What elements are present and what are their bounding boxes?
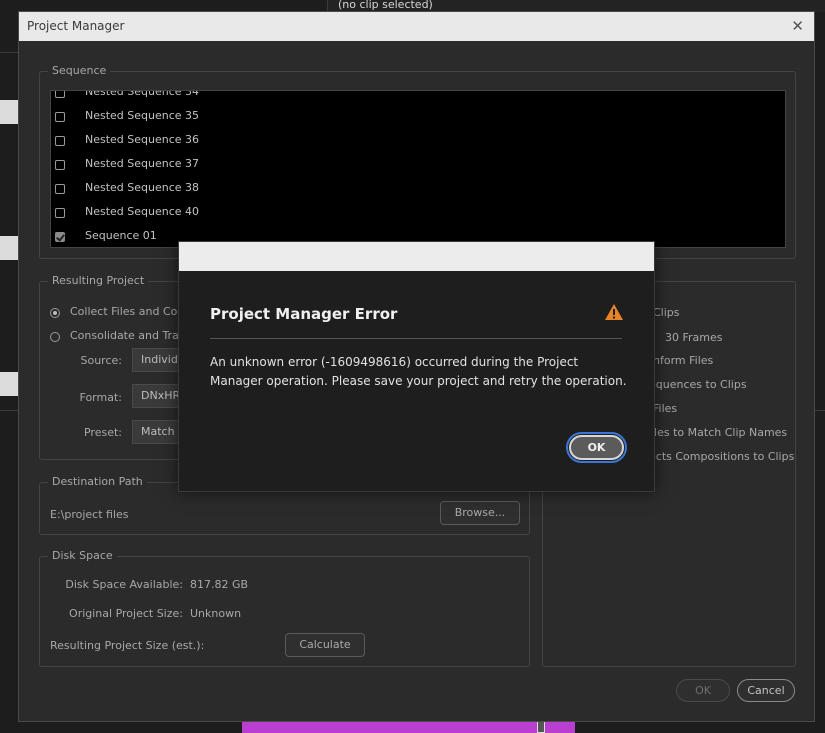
consolidate-radio[interactable] — [50, 332, 60, 342]
sequence-checkbox[interactable] — [55, 136, 65, 146]
disk-space-label: Disk Space — [48, 549, 117, 562]
resulting-size-label: Resulting Project Size (est.): — [50, 639, 205, 652]
sequence-item[interactable]: Nested Sequence 34 — [51, 90, 785, 107]
background-divider — [815, 410, 825, 411]
error-ok-button[interactable]: OK — [566, 432, 627, 463]
sequence-label: Nested Sequence 34 — [85, 90, 200, 98]
sequence-group: Sequence Nested Sequence 34 Nested Seque… — [39, 64, 796, 259]
sequence-label: Nested Sequence 38 — [85, 181, 200, 194]
window-title: Project Manager — [27, 19, 125, 33]
sequence-checkbox[interactable] — [55, 91, 65, 98]
option-rename: iles to Match Clip Names — [651, 426, 788, 439]
calculate-button[interactable]: Calculate — [285, 633, 365, 657]
browse-button[interactable]: Browse... — [440, 501, 520, 525]
resulting-project-label: Resulting Project — [48, 274, 149, 287]
option-sequences: equences to Clips — [649, 378, 747, 391]
window-titlebar: Project Manager ✕ — [19, 12, 814, 41]
format-label: Format: — [79, 391, 122, 404]
background-divider — [0, 52, 18, 53]
sequence-label: Nested Sequence 40 — [85, 205, 200, 218]
source-label: Source: — [80, 354, 123, 367]
error-dialog-separator — [210, 338, 622, 339]
consolidate-label: Consolidate and Trans — [70, 329, 192, 342]
disk-space-group: Disk Space Disk Space Available: 817.82 … — [39, 549, 530, 667]
option-files: Files — [653, 402, 678, 415]
collect-files-radio[interactable] — [50, 308, 60, 318]
ok-button[interactable]: OK — [676, 679, 730, 702]
destination-path-label: Destination Path — [48, 475, 147, 488]
option-frames: 30 Frames — [665, 331, 723, 344]
error-dialog: Project Manager Error An unknown error (… — [178, 241, 655, 492]
close-icon[interactable]: ✕ — [791, 17, 804, 35]
sequence-item[interactable]: Nested Sequence 37 — [51, 155, 785, 179]
preset-label: Preset: — [83, 426, 122, 439]
original-size-label: Original Project Size: — [69, 607, 183, 620]
background-panel-strip — [0, 100, 18, 124]
background-panel-strip — [0, 236, 18, 260]
original-size-value: Unknown — [190, 607, 242, 620]
sequence-label: Nested Sequence 36 — [85, 133, 200, 146]
error-message: An unknown error (-1609498616) occurred … — [210, 355, 627, 388]
sequence-checkbox-checked[interactable] — [55, 232, 65, 242]
option-conform: nform Files — [653, 354, 714, 367]
disk-available-label: Disk Space Available: — [65, 578, 183, 591]
error-dialog-titlebar — [179, 242, 654, 271]
sequence-item[interactable]: Nested Sequence 38 — [51, 179, 785, 203]
sequence-group-label: Sequence — [48, 64, 111, 77]
sequence-checkbox[interactable] — [55, 208, 65, 218]
sequence-checkbox[interactable] — [55, 160, 65, 170]
sequence-checkbox[interactable] — [55, 184, 65, 194]
background-divider — [0, 410, 18, 411]
background-clip-status: (no clip selected) — [338, 0, 433, 11]
option-ae: ects Compositions to Clips — [649, 450, 795, 463]
sequence-item[interactable]: Nested Sequence 40 — [51, 203, 785, 227]
sequence-item[interactable]: Nested Sequence 35 — [51, 107, 785, 131]
disk-available-value: 817.82 GB — [190, 578, 249, 591]
error-dialog-title: Project Manager Error — [210, 305, 398, 323]
sequence-label: Nested Sequence 35 — [85, 109, 200, 122]
background-panel-strip — [0, 372, 18, 396]
option-clips: Clips — [653, 306, 680, 319]
destination-path-value: E:\project files — [50, 508, 129, 521]
sequence-item[interactable]: Nested Sequence 36 — [51, 131, 785, 155]
sequence-label: Nested Sequence 37 — [85, 157, 200, 170]
collect-files-label: Collect Files and Copy — [70, 305, 191, 318]
sequence-checkbox[interactable] — [55, 112, 65, 122]
sequence-label: Sequence 01 — [85, 229, 157, 242]
sequence-list[interactable]: Nested Sequence 34 Nested Sequence 35 Ne… — [50, 90, 786, 248]
cancel-button[interactable]: Cancel — [737, 679, 795, 702]
warning-icon — [605, 304, 623, 320]
